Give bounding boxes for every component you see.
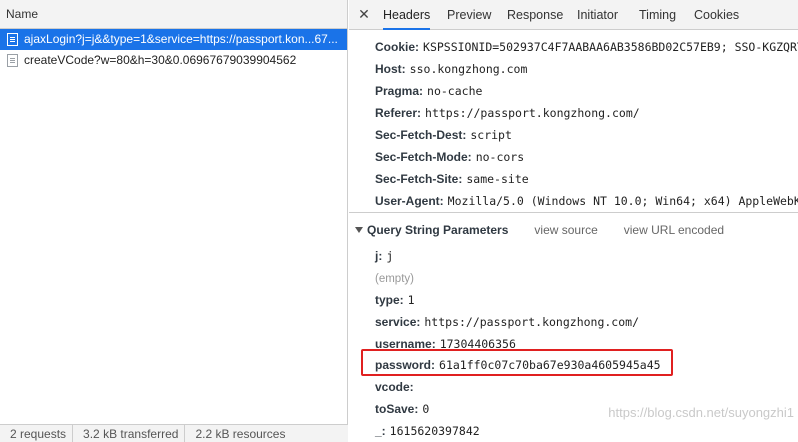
header-row-referer: Referer: https://passport.kongzhong.com/: [375, 106, 640, 120]
header-value: no-cache: [427, 84, 483, 98]
tab-initiator[interactable]: Initiator: [577, 0, 618, 30]
header-row-user-agent: User-Agent: Mozilla/5.0 (Windows NT 10.0;…: [375, 194, 798, 208]
param-row-underscore: _: 1615620397842: [375, 424, 480, 438]
header-key: User-Agent:: [375, 194, 444, 208]
param-value: 1615620397842: [389, 424, 480, 438]
view-source-link[interactable]: view source: [534, 223, 597, 237]
param-row-vcode: vcode:: [375, 380, 418, 394]
headers-content: Cookie: KSPSSIONID=502937C4F7AABAA6AB3586…: [349, 30, 798, 442]
name-column-header[interactable]: Name: [0, 0, 347, 29]
param-key: vcode:: [375, 380, 414, 394]
header-row-sec-fetch-mode: Sec-Fetch-Mode: no-cors: [375, 150, 524, 164]
header-key: Host:: [375, 62, 406, 76]
header-value: https://passport.kongzhong.com/: [425, 106, 640, 120]
header-key: Cookie:: [375, 40, 420, 54]
header-key: Sec-Fetch-Dest:: [375, 128, 467, 142]
tab-response[interactable]: Response: [507, 0, 563, 30]
header-row-sec-fetch-site: Sec-Fetch-Site: same-site: [375, 172, 529, 186]
param-row-type: type: 1: [375, 293, 415, 307]
param-row-tosave: toSave: 0: [375, 402, 429, 416]
header-row-cookie: Cookie: KSPSSIONID=502937C4F7AABAA6AB3586…: [375, 40, 798, 54]
document-icon: [7, 33, 18, 46]
param-key: service:: [375, 315, 421, 329]
network-status-bar: 2 requests 3.2 kB transferred 2.2 kB resou…: [0, 424, 348, 442]
request-details-pane: ✕ Headers Preview Response Initiator Tim…: [349, 0, 798, 442]
request-row-ajaxlogin[interactable]: ajaxLogin?j=j&&type=1&service=https://pa…: [0, 29, 347, 50]
param-row-j: j: j: [375, 249, 393, 263]
header-key: Referer:: [375, 106, 422, 120]
resources-size: 2.2 kB resources: [195, 427, 286, 441]
param-value-empty: (empty): [375, 273, 414, 285]
header-value: script: [470, 128, 512, 142]
header-value: no-cors: [475, 150, 525, 164]
section-divider: [349, 212, 798, 213]
header-value: KSPSSIONID=502937C4F7AABAA6AB3586BD02C57…: [423, 40, 798, 54]
password-highlight-box: [361, 349, 673, 376]
param-value: https://passport.kongzhong.com/: [424, 315, 640, 329]
header-key: Sec-Fetch-Mode:: [375, 150, 472, 164]
tab-cookies[interactable]: Cookies: [694, 0, 739, 30]
request-list-pane: Name ajaxLogin?j=j&&type=1&service=https…: [0, 0, 348, 442]
param-key: type:: [375, 293, 404, 307]
param-value: 1: [407, 293, 415, 307]
param-key: _:: [375, 424, 386, 438]
param-row-service: service: https://passport.kongzhong.com/: [375, 315, 639, 329]
param-row-empty: (empty): [375, 271, 414, 285]
document-icon: [7, 54, 18, 67]
header-key: Pragma:: [375, 84, 424, 98]
header-row-pragma: Pragma: no-cache: [375, 84, 482, 98]
header-value: same-site: [466, 172, 529, 186]
request-count: 2 requests: [0, 425, 74, 442]
param-value: j: [386, 249, 394, 263]
tab-preview[interactable]: Preview: [447, 0, 491, 30]
header-key: Sec-Fetch-Site:: [375, 172, 463, 186]
param-value: 0: [422, 402, 430, 416]
tab-headers[interactable]: Headers: [383, 0, 431, 30]
watermark: https://blog.csdn.net/suyongzhi1: [608, 405, 794, 420]
request-name: ajaxLogin?j=j&&type=1&service=https://pa…: [24, 32, 338, 46]
query-string-section-header[interactable]: Query String Parameters view source view U…: [355, 223, 724, 237]
tab-timing[interactable]: Timing: [639, 0, 676, 30]
details-tab-bar: ✕ Headers Preview Response Initiator Tim…: [349, 0, 798, 30]
request-row-createvcode[interactable]: createVCode?w=80&h=30&0.0696767903990456…: [0, 50, 347, 71]
expand-triangle-icon[interactable]: [355, 227, 363, 233]
close-icon[interactable]: ✕: [357, 7, 371, 21]
section-title: Query String Parameters: [367, 223, 509, 237]
header-row-sec-fetch-dest: Sec-Fetch-Dest: script: [375, 128, 512, 142]
transferred-size: 3.2 kB transferred: [73, 425, 186, 442]
header-row-host: Host: sso.kongzhong.com: [375, 62, 527, 76]
param-key: toSave:: [375, 402, 419, 416]
header-value: Mozilla/5.0 (Windows NT 10.0; Win64; x64…: [447, 194, 798, 208]
view-url-encoded-link[interactable]: view URL encoded: [624, 223, 724, 237]
request-name: createVCode?w=80&h=30&0.0696767903990456…: [24, 53, 297, 67]
header-value: sso.kongzhong.com: [409, 62, 528, 76]
param-key: j:: [375, 249, 383, 263]
